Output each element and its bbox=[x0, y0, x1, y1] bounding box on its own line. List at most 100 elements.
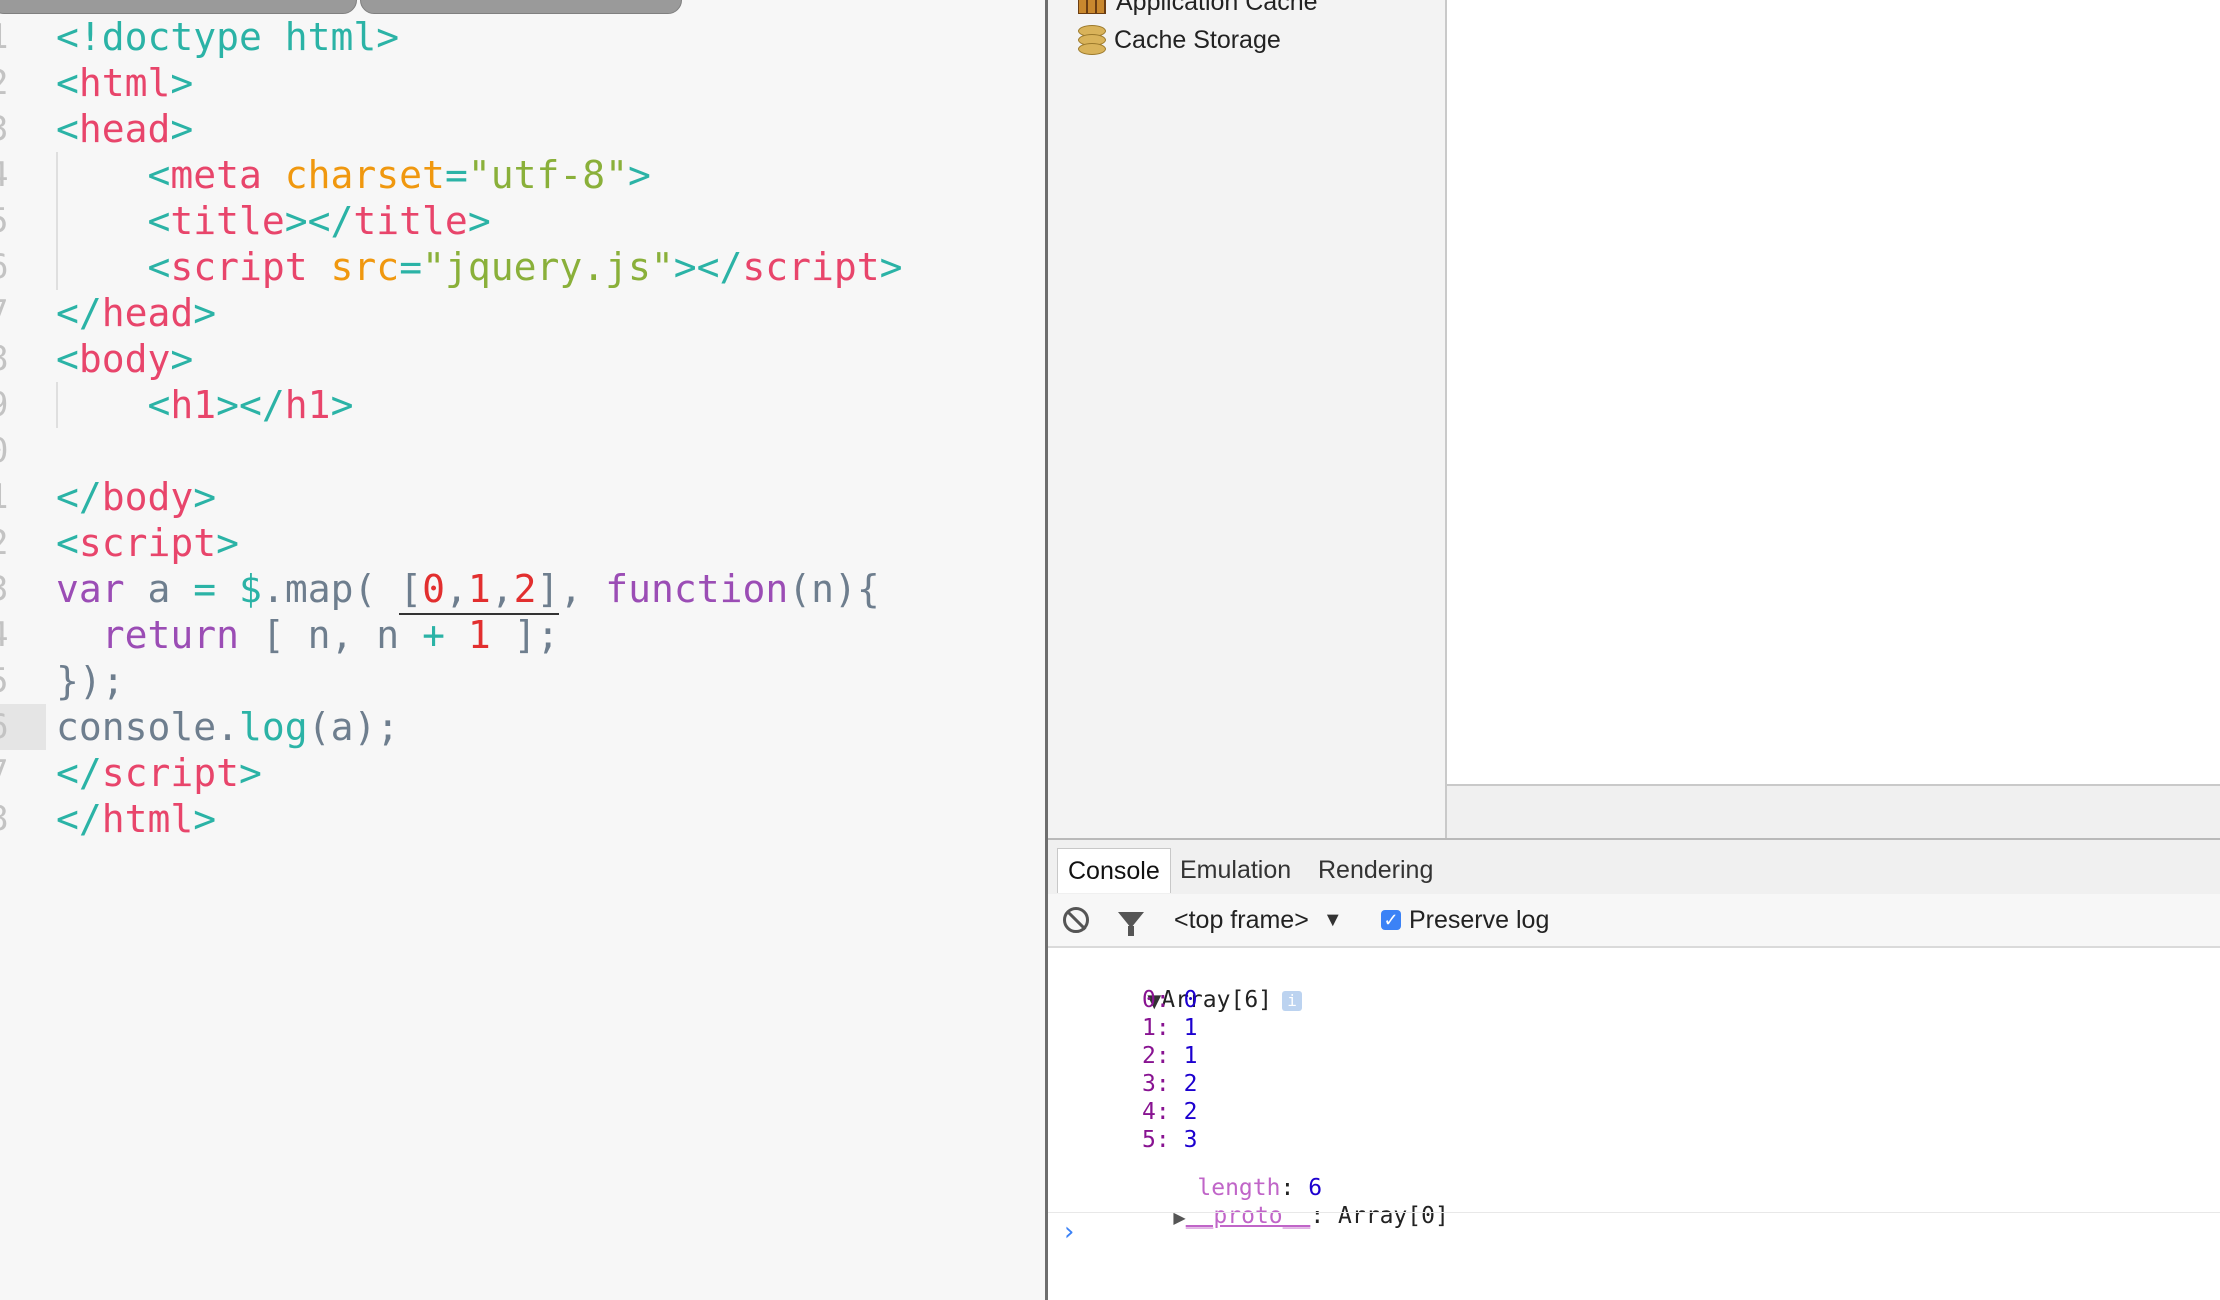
code-token: h1 bbox=[284, 383, 331, 427]
code-text: <head> bbox=[56, 106, 193, 152]
code-token: (a); bbox=[307, 705, 400, 749]
code-text: </body> bbox=[56, 474, 216, 520]
code-token: > bbox=[467, 199, 491, 243]
code-token: > bbox=[170, 61, 194, 105]
preserve-log-checkbox[interactable]: ✓ Preserve log bbox=[1381, 894, 1549, 946]
code-token: (n){ bbox=[788, 567, 880, 611]
resources-sidebar: Application Cache Cache Storage bbox=[1048, 0, 1447, 838]
line-number: 7 bbox=[0, 750, 10, 796]
sidebar-item-cache-storage[interactable]: Cache Storage bbox=[1078, 20, 1281, 60]
array-proto-row[interactable]: ▶__proto__: Array[0] bbox=[1118, 1174, 1448, 1229]
code-token: $ bbox=[216, 567, 262, 611]
code-token: 1 bbox=[444, 613, 491, 657]
code-token: html bbox=[101, 797, 194, 841]
code-text: </head> bbox=[56, 290, 216, 336]
code-line[interactable]: 4 <meta charset="utf-8"> bbox=[0, 152, 1045, 198]
code-line[interactable]: 1 <!doctype html> bbox=[0, 14, 1045, 60]
code-line[interactable]: 0 bbox=[0, 428, 1045, 474]
console-toolbar: <top frame> ▼ ✓ Preserve log bbox=[1048, 894, 2220, 948]
tab-console[interactable]: Console bbox=[1057, 848, 1171, 893]
code-text: <body> bbox=[56, 336, 193, 382]
code-token: ] bbox=[536, 567, 560, 615]
code-token: > bbox=[879, 245, 903, 289]
code-token: > bbox=[627, 153, 651, 197]
array-length-row: length: 6 bbox=[1197, 1175, 1323, 1201]
code-line[interactable]: 9 <h1></h1> bbox=[0, 382, 1045, 428]
info-icon[interactable]: i bbox=[1282, 990, 1303, 1011]
line-number: 4 bbox=[0, 152, 10, 198]
code-text: <html> bbox=[56, 60, 193, 106]
prompt-arrow-icon: › bbox=[1064, 1217, 1075, 1247]
line-number: 3 bbox=[0, 566, 10, 612]
code-token: a bbox=[124, 567, 194, 611]
filter-button[interactable] bbox=[1118, 894, 1144, 946]
code-token: ></ bbox=[216, 383, 285, 427]
editor-tab[interactable] bbox=[360, 0, 682, 14]
code-token: < bbox=[56, 61, 79, 105]
line-number: 0 bbox=[0, 428, 10, 474]
array-entry: 1: 1 bbox=[1142, 1015, 1198, 1041]
line-number: 2 bbox=[0, 520, 10, 566]
code-token: log bbox=[239, 705, 308, 749]
code-editor[interactable]: 1<!doctype html>2<html>3<head>4 <meta ch… bbox=[0, 0, 1045, 1300]
code-token: </ bbox=[56, 291, 102, 335]
tab-rendering[interactable]: Rendering bbox=[1308, 848, 1443, 892]
code-text: <script> bbox=[56, 520, 239, 566]
line-number: 5 bbox=[0, 658, 10, 704]
code-token: head bbox=[78, 107, 171, 151]
code-token: < bbox=[56, 153, 171, 197]
code-line[interactable]: 2 <html> bbox=[0, 60, 1045, 106]
entry-key: 1 bbox=[1142, 1015, 1156, 1041]
code-line[interactable]: 3 <head> bbox=[0, 106, 1045, 152]
code-line[interactable]: 8 </html> bbox=[0, 796, 1045, 842]
line-number: 5 bbox=[0, 198, 10, 244]
code-token: 2 bbox=[513, 567, 537, 615]
code-text: <!doctype html> bbox=[56, 14, 399, 60]
code-token: 0 bbox=[422, 567, 445, 615]
code-text: </html> bbox=[56, 796, 216, 842]
code-line[interactable]: 6 <script src="jquery.js"></script> bbox=[0, 244, 1045, 290]
code-token: [ bbox=[399, 567, 423, 615]
frame-select[interactable]: <top frame> ▼ bbox=[1174, 894, 1343, 946]
code-token: map( bbox=[284, 567, 400, 611]
code-token: ></ bbox=[673, 245, 743, 289]
code-token: < bbox=[56, 521, 79, 565]
code-token: > bbox=[193, 475, 217, 519]
array-entry: 2: 1 bbox=[1142, 1043, 1198, 1069]
code-token: > bbox=[216, 521, 240, 565]
code-line[interactable]: 1 </body> bbox=[0, 474, 1045, 520]
code-token: < bbox=[56, 337, 79, 381]
sidebar-item-application-cache[interactable]: Application Cache bbox=[1078, 0, 1318, 22]
code-line[interactable]: 7 </head> bbox=[0, 290, 1045, 336]
filter-icon bbox=[1118, 912, 1144, 936]
code-text: return [ n, n + 1 ]; bbox=[56, 612, 560, 658]
preserve-log-label: Preserve log bbox=[1409, 905, 1550, 934]
code-lines[interactable]: 1<!doctype html>2<html>3<head>4 <meta ch… bbox=[0, 14, 1045, 842]
code-token: , bbox=[559, 567, 606, 611]
code-text: <title></title> bbox=[56, 198, 491, 244]
code-line[interactable]: 6 console.log(a); bbox=[0, 704, 1045, 750]
code-line[interactable]: 2 <script> bbox=[0, 520, 1045, 566]
code-line[interactable]: 5 <title></title> bbox=[0, 198, 1045, 244]
editor-tab[interactable] bbox=[0, 0, 357, 14]
array-header[interactable]: ▼Array[6] i bbox=[1092, 958, 1303, 1013]
code-token: title bbox=[170, 199, 285, 243]
line-number: 1 bbox=[0, 474, 10, 520]
code-token: "utf-8" bbox=[467, 153, 628, 197]
code-token: src bbox=[307, 245, 400, 289]
tab-emulation[interactable]: Emulation bbox=[1170, 848, 1301, 892]
code-token: ></ bbox=[284, 199, 354, 243]
code-line[interactable]: 3var a = $.map( [0,1,2], function(n){ bbox=[0, 566, 1045, 615]
checkbox-checked-icon[interactable]: ✓ bbox=[1381, 910, 1401, 930]
code-text: <h1></h1> bbox=[56, 382, 354, 428]
code-line[interactable]: 7 </script> bbox=[0, 750, 1045, 796]
entry-key: 4 bbox=[1142, 1099, 1156, 1125]
code-line[interactable]: 5}); bbox=[0, 658, 1045, 704]
entry-value: 2 bbox=[1183, 1071, 1198, 1097]
console-prompt[interactable]: › bbox=[1048, 1212, 2220, 1253]
clear-console-button[interactable] bbox=[1063, 894, 1089, 946]
line-number: 8 bbox=[0, 796, 10, 842]
code-token: > bbox=[193, 797, 217, 841]
code-line[interactable]: 8 <body> bbox=[0, 336, 1045, 382]
code-line[interactable]: 4 return [ n, n + 1 ]; bbox=[0, 612, 1045, 658]
